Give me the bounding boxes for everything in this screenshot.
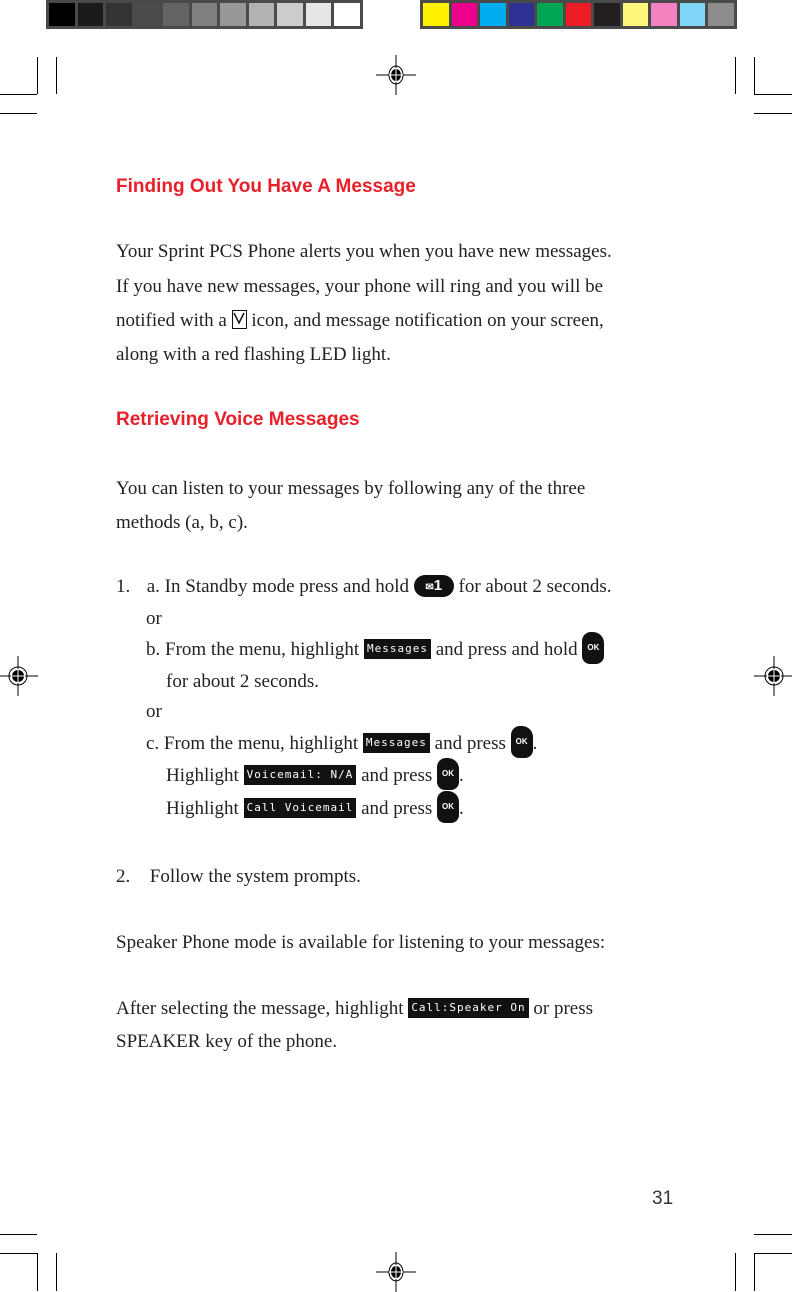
step-1c-2: Highlight Voicemail: N/A and press OK. xyxy=(166,757,464,793)
gray-swatch xyxy=(134,3,161,26)
crop-mark xyxy=(754,57,755,94)
color-swatch xyxy=(679,3,706,26)
text: notified with a xyxy=(116,310,227,331)
step-number: 1. xyxy=(116,576,131,597)
text: and press xyxy=(361,765,433,786)
envelope-icon xyxy=(231,310,247,330)
registration-mark-top xyxy=(376,55,416,95)
color-swatch xyxy=(565,3,592,26)
gray-swatch xyxy=(49,3,75,26)
text: Follow the system prompts. xyxy=(149,866,361,887)
grayscale-calibration-bar xyxy=(46,0,363,29)
crop-mark xyxy=(56,1253,57,1291)
crop-mark xyxy=(0,1253,37,1254)
lcd-menu-item: Messages xyxy=(363,638,431,659)
section-heading-finding-message: Finding Out You Have A Message xyxy=(116,176,416,197)
text: and press xyxy=(361,798,433,819)
registration-mark-left xyxy=(0,656,38,696)
step-2: 2. Follow the system prompts. xyxy=(116,860,361,893)
after-line-2: SPEAKER key of the phone. xyxy=(116,1031,338,1052)
step-1a: 1. a. In Standby mode press and hold ✉1 … xyxy=(116,570,612,603)
period: . xyxy=(459,798,464,819)
lcd-menu-item: Messages xyxy=(362,732,430,753)
text: or press xyxy=(533,998,594,1019)
gray-swatch xyxy=(305,3,332,26)
text: Highlight xyxy=(166,798,239,819)
text: for about 2 seconds. xyxy=(458,576,612,597)
ok-key-icon: OK xyxy=(437,757,460,790)
registration-mark-right xyxy=(754,656,792,696)
text: c. From the menu, highlight xyxy=(146,733,359,754)
text: After selecting the message, highlight xyxy=(116,998,404,1019)
crop-mark xyxy=(0,113,37,114)
gray-swatch xyxy=(220,3,246,26)
body-line: methods (a, b, c). xyxy=(116,512,248,533)
ok-key-icon: OK xyxy=(582,631,605,664)
crop-mark xyxy=(735,57,736,94)
crop-mark xyxy=(37,57,38,94)
crop-mark xyxy=(56,57,57,94)
crop-mark xyxy=(754,1234,792,1235)
color-swatch xyxy=(480,3,506,26)
gray-swatch xyxy=(106,3,132,26)
crop-mark xyxy=(754,113,792,114)
text: b. From the menu, highlight xyxy=(146,639,360,660)
step-1c: c. From the menu, highlight Messages and… xyxy=(146,725,538,761)
ok-key-icon: OK xyxy=(437,790,460,823)
step-1b: b. From the menu, highlight Messages and… xyxy=(146,631,605,667)
color-swatch xyxy=(651,3,677,26)
color-swatch xyxy=(708,3,735,26)
lcd-menu-item: Voicemail: N/A xyxy=(243,764,357,785)
gray-swatch xyxy=(277,3,303,26)
crop-mark xyxy=(754,1253,792,1254)
body-line: notified with a icon, and message notifi… xyxy=(116,304,604,337)
after-line: After selecting the message, highlight C… xyxy=(116,992,593,1025)
or-line: or xyxy=(146,701,162,722)
crop-mark xyxy=(37,1253,38,1291)
color-swatch xyxy=(537,3,563,26)
page-number: 31 xyxy=(652,1188,674,1209)
body-line: You can listen to your messages by follo… xyxy=(116,478,586,499)
crop-mark xyxy=(0,94,37,95)
gray-swatch xyxy=(334,3,361,26)
text: a. In Standby mode press and hold xyxy=(146,576,410,597)
step-1b-cont: for about 2 seconds. xyxy=(166,671,320,692)
crop-mark xyxy=(735,1253,736,1291)
color-swatch xyxy=(508,3,535,26)
color-swatch xyxy=(423,3,449,26)
body-line: Your Sprint PCS Phone alerts you when yo… xyxy=(116,241,612,262)
gray-swatch xyxy=(191,3,218,26)
gray-swatch xyxy=(77,3,104,26)
step-number: 2. xyxy=(116,866,131,887)
section-heading-retrieving-voice: Retrieving Voice Messages xyxy=(116,409,360,430)
step-1c-3: Highlight Call Voicemail and press OK. xyxy=(166,790,464,826)
color-swatch xyxy=(451,3,478,26)
period: . xyxy=(459,765,464,786)
text: icon, and message notification on your s… xyxy=(251,310,604,331)
ok-key-icon: OK xyxy=(510,725,533,758)
color-calibration-bar xyxy=(420,0,737,29)
speaker-line: Speaker Phone mode is available for list… xyxy=(116,932,606,953)
text: and press and hold xyxy=(435,639,578,660)
lcd-menu-item: Call Voicemail xyxy=(243,797,357,818)
or-line: or xyxy=(146,608,162,629)
lcd-menu-item: Call:Speaker On xyxy=(408,997,529,1018)
gray-swatch xyxy=(163,3,189,26)
key-1-voicemail-button: ✉1 xyxy=(413,574,454,597)
body-line: along with a red flashing LED light. xyxy=(116,344,391,365)
body-line: If you have new messages, your phone wil… xyxy=(116,276,604,297)
color-swatch xyxy=(622,3,649,26)
period: . xyxy=(532,733,538,754)
color-swatch xyxy=(594,3,620,26)
registration-mark-bottom xyxy=(376,1252,416,1292)
text: and press xyxy=(434,733,506,754)
crop-mark xyxy=(754,1253,755,1291)
gray-swatch xyxy=(248,3,275,26)
crop-mark xyxy=(754,94,792,95)
crop-mark xyxy=(0,1234,37,1235)
text: Highlight xyxy=(166,765,239,786)
